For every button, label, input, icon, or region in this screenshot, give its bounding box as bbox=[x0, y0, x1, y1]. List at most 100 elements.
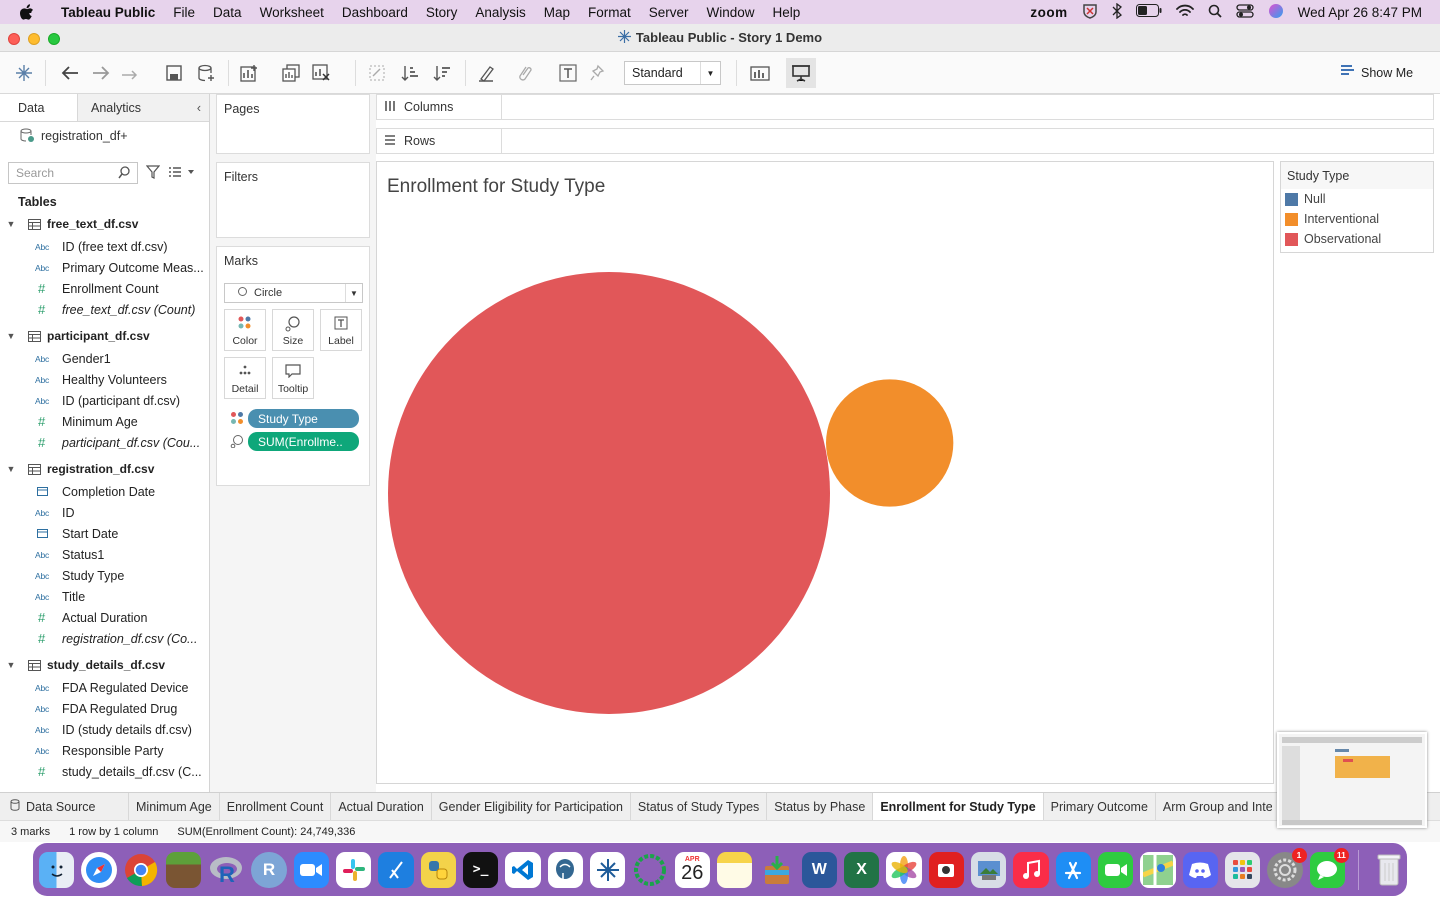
new-datasource-icon[interactable] bbox=[196, 63, 216, 83]
tab-gender-eligibility[interactable]: Gender Eligibility for Participation bbox=[432, 793, 631, 820]
field-item[interactable]: # free_text_df.csv (Count) bbox=[0, 299, 209, 320]
postgresql-icon[interactable] bbox=[547, 851, 583, 888]
view-options-icon[interactable] bbox=[168, 166, 196, 181]
collapse-pane-icon[interactable]: ‹ bbox=[197, 101, 201, 115]
menu-format[interactable]: Format bbox=[579, 5, 640, 20]
field-item[interactable]: # Minimum Age bbox=[0, 411, 209, 432]
highlight-icon[interactable] bbox=[478, 63, 498, 83]
field-item[interactable]: Abc Gender1 bbox=[0, 348, 209, 369]
photo-booth-icon[interactable] bbox=[928, 851, 964, 888]
rows-shelf[interactable]: Rows bbox=[376, 128, 1434, 154]
chrome-icon[interactable] bbox=[124, 852, 159, 888]
field-item[interactable]: Abc Status1 bbox=[0, 544, 209, 565]
field-item[interactable]: Abc ID (participant df.csv) bbox=[0, 390, 209, 411]
chevron-down-icon[interactable]: ▼ bbox=[0, 219, 22, 229]
music-icon[interactable] bbox=[1013, 851, 1049, 888]
trash-icon[interactable] bbox=[1372, 852, 1407, 888]
table-1[interactable]: ▼ participant_df.csv bbox=[0, 324, 209, 348]
swap-rows-columns-icon[interactable] bbox=[367, 63, 387, 83]
redo-icon[interactable] bbox=[91, 63, 111, 83]
field-item[interactable]: # study_details_df.csv (C... bbox=[0, 761, 209, 782]
columns-shelf[interactable]: Columns bbox=[376, 94, 1434, 120]
menu-server[interactable]: Server bbox=[640, 5, 698, 20]
mark-type-select[interactable]: Circle ▼ bbox=[224, 283, 363, 303]
facetime-icon[interactable] bbox=[1097, 851, 1134, 888]
field-item[interactable]: Abc FDA Regulated Device bbox=[0, 677, 209, 698]
presentation-mode-icon[interactable] bbox=[786, 58, 816, 88]
bubble-interventional[interactable] bbox=[826, 379, 954, 507]
tab-status-by-phase[interactable]: Status by Phase bbox=[767, 793, 874, 820]
field-item[interactable]: Abc ID (study details df.csv) bbox=[0, 719, 209, 740]
photos-icon[interactable] bbox=[886, 851, 922, 888]
menu-app-name[interactable]: Tableau Public bbox=[52, 5, 164, 20]
field-item[interactable]: Abc Title bbox=[0, 586, 209, 607]
tab-data-source[interactable]: Data Source bbox=[0, 793, 129, 820]
menu-file[interactable]: File bbox=[164, 5, 204, 20]
label-button[interactable]: Label bbox=[320, 309, 362, 351]
apple-menu-icon[interactable] bbox=[0, 3, 52, 21]
activity-ring-icon[interactable] bbox=[632, 852, 667, 888]
study-type-pill[interactable]: Study Type bbox=[248, 409, 359, 428]
table-3[interactable]: ▼ study_details_df.csv bbox=[0, 653, 209, 677]
menubar-clock[interactable]: Wed Apr 26 8:47 PM bbox=[1298, 5, 1422, 20]
search-input[interactable]: Search bbox=[8, 162, 138, 184]
filters-card[interactable]: Filters bbox=[216, 162, 370, 238]
tab-status-of-study-types[interactable]: Status of Study Types bbox=[631, 793, 768, 820]
control-center-icon[interactable] bbox=[1236, 3, 1254, 21]
excel-icon[interactable]: X bbox=[843, 851, 880, 888]
bubble-chart[interactable] bbox=[377, 162, 1273, 783]
field-item[interactable]: Start Date bbox=[0, 523, 209, 544]
tab-actual-duration[interactable]: Actual Duration bbox=[331, 793, 432, 820]
chevron-down-icon[interactable]: ▼ bbox=[0, 331, 22, 341]
cards-view-icon[interactable] bbox=[750, 63, 770, 83]
tab-primary-outcome[interactable]: Primary Outcome bbox=[1044, 793, 1156, 820]
spotlight-search-icon[interactable] bbox=[1208, 4, 1222, 21]
discord-icon[interactable] bbox=[1182, 851, 1218, 888]
chevron-down-icon[interactable]: ▼ bbox=[0, 660, 22, 670]
color-button[interactable]: Color bbox=[224, 309, 266, 351]
tab-enrollment-for-study-type[interactable]: Enrollment for Study Type bbox=[873, 793, 1044, 820]
bluetooth-icon[interactable] bbox=[1112, 2, 1122, 22]
field-item[interactable]: # registration_df.csv (Co... bbox=[0, 628, 209, 649]
menu-story[interactable]: Story bbox=[417, 5, 467, 20]
field-item[interactable]: # Enrollment Count bbox=[0, 278, 209, 299]
preview-icon[interactable] bbox=[970, 851, 1007, 888]
bubble-observational[interactable] bbox=[388, 272, 830, 714]
pages-card[interactable]: Pages bbox=[216, 94, 370, 154]
save-icon[interactable] bbox=[164, 63, 184, 83]
field-item[interactable]: Abc FDA Regulated Drug bbox=[0, 698, 209, 719]
close-window-button[interactable] bbox=[8, 33, 20, 45]
sum-enrollment-pill[interactable]: SUM(Enrollme.. bbox=[248, 432, 359, 451]
menu-dashboard[interactable]: Dashboard bbox=[333, 5, 417, 20]
siri-icon[interactable] bbox=[1268, 3, 1284, 22]
installer-icon[interactable] bbox=[759, 852, 794, 888]
slack-icon[interactable] bbox=[335, 851, 372, 888]
window-thumbnail-preview[interactable] bbox=[1277, 732, 1427, 828]
shield-status-icon[interactable] bbox=[1082, 3, 1098, 22]
tooltip-button[interactable]: Tooltip bbox=[272, 357, 314, 399]
legend-item-observational[interactable]: Observational bbox=[1281, 229, 1433, 249]
field-item[interactable]: Abc Study Type bbox=[0, 565, 209, 586]
minimize-window-button[interactable] bbox=[28, 33, 40, 45]
vscode-icon[interactable] bbox=[505, 851, 541, 888]
sort-ascending-icon[interactable] bbox=[400, 63, 420, 83]
menu-analysis[interactable]: Analysis bbox=[466, 5, 534, 20]
safari-icon[interactable] bbox=[81, 851, 117, 888]
field-item[interactable]: Abc ID bbox=[0, 502, 209, 523]
maps-icon[interactable] bbox=[1140, 851, 1176, 888]
legend-item-interventional[interactable]: Interventional bbox=[1281, 209, 1433, 229]
launchpad-icon[interactable] bbox=[1224, 851, 1261, 888]
group-members-icon[interactable] bbox=[516, 63, 536, 83]
minecraft-icon[interactable] bbox=[165, 851, 202, 888]
menu-map[interactable]: Map bbox=[535, 5, 579, 20]
undo-icon[interactable] bbox=[60, 63, 80, 83]
messages-icon[interactable]: 11 bbox=[1309, 847, 1349, 888]
r-language-icon[interactable]: R bbox=[208, 852, 244, 888]
rstudio-icon[interactable]: R bbox=[251, 851, 287, 888]
tab-minimum-age[interactable]: Minimum Age bbox=[129, 793, 220, 820]
field-item[interactable]: Abc Healthy Volunteers bbox=[0, 369, 209, 390]
new-worksheet-icon[interactable] bbox=[240, 63, 260, 83]
detail-button[interactable]: Detail bbox=[224, 357, 266, 399]
tab-data[interactable]: Data bbox=[0, 94, 78, 121]
tableau-logo-icon[interactable] bbox=[14, 63, 34, 83]
